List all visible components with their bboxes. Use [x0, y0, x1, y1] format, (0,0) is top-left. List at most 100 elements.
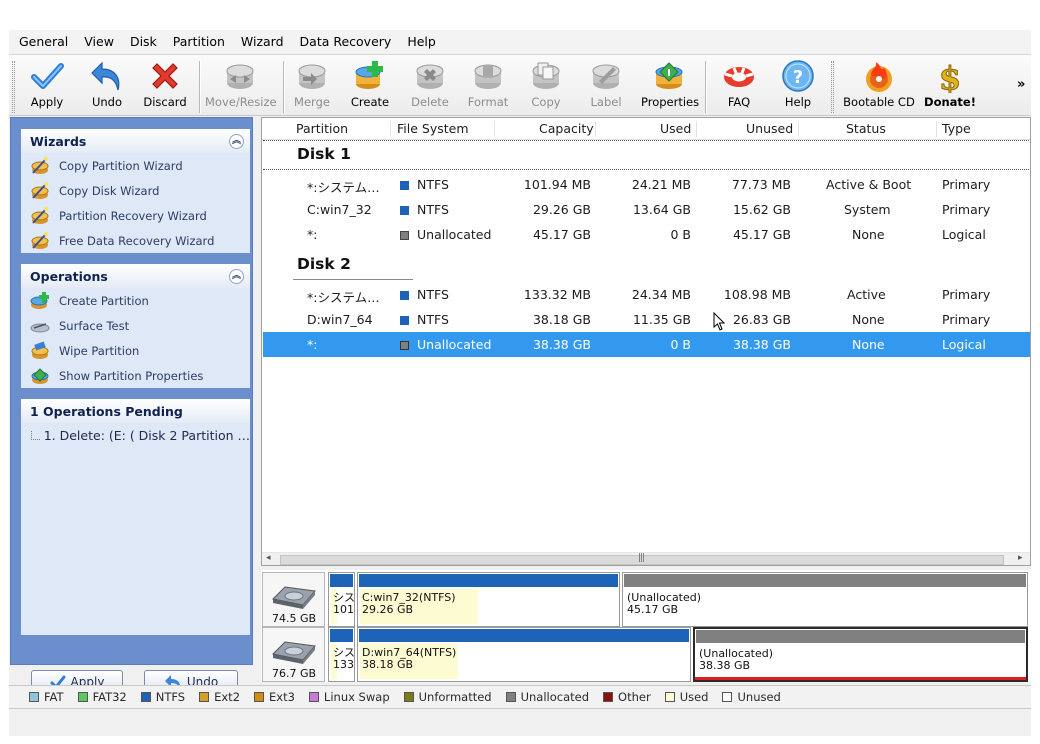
column-divider[interactable] — [936, 121, 937, 137]
merge-button[interactable]: Merge — [289, 57, 335, 115]
menu-view[interactable]: View — [76, 31, 122, 53]
collapse-chevron-icon[interactable]: ︽ — [229, 134, 244, 149]
move-resize-label: Move/Resize — [205, 95, 277, 109]
menu-help[interactable]: Help — [399, 31, 444, 53]
cell-unused: 108.98 MB — [723, 287, 791, 302]
menu-data-recovery[interactable]: Data Recovery — [292, 31, 400, 53]
column-divider[interactable] — [798, 121, 799, 137]
help-button[interactable]: ? Help — [775, 57, 821, 115]
table-row[interactable]: *: Unallocated 45.17 GB 0 B 45.17 GB Non… — [263, 222, 1030, 247]
cell-partition: D:win7_64 — [307, 312, 373, 327]
free-data-recovery-wizard-link[interactable]: Free Data Recovery Wizard — [21, 228, 250, 253]
bootable-cd-button[interactable]: Bootable CD — [841, 57, 917, 115]
cell-status: None — [852, 227, 885, 242]
legend-swatch — [29, 692, 39, 702]
move-resize-button[interactable]: Move/Resize — [205, 57, 277, 115]
wipe-partition-icon — [31, 340, 49, 359]
table-row-selected[interactable]: *: Unallocated 38.38 GB 0 B 38.38 GB Non… — [263, 332, 1030, 357]
toolbar-grip[interactable] — [831, 61, 834, 113]
legend-swatch — [254, 692, 265, 702]
disk-map-row-disk2[interactable]: 76.7 GB シス 133 D:win7_64(NTFS) 38.18 GB (U… — [262, 627, 1030, 682]
toolbar-grip[interactable] — [12, 61, 15, 113]
donate-button[interactable]: $ Donate! — [923, 57, 977, 115]
table-row[interactable]: D:win7_64 NTFS 38.18 GB 11.35 GB 26.83 G… — [263, 307, 1030, 332]
column-type[interactable]: Type — [942, 121, 971, 136]
column-divider[interactable] — [390, 121, 391, 137]
create-partition-link[interactable]: Create Partition — [21, 288, 250, 313]
undo-label: Undo — [91, 95, 123, 109]
column-unused[interactable]: Unused — [746, 121, 793, 136]
column-used[interactable]: Used — [660, 121, 691, 136]
table-row[interactable]: *:システム… NTFS 101.94 MB 24.21 MB 77.73 MB… — [263, 172, 1030, 197]
properties-button[interactable]: Properties — [641, 57, 699, 115]
wizards-section: Wizards ︽ Copy Partition Wizard Copy Dis… — [21, 129, 250, 253]
operations-title: Operations — [30, 268, 108, 284]
disk-map-partition[interactable]: シス 101 — [328, 572, 355, 627]
copy-icon — [532, 62, 560, 89]
cell-used: 0 B — [670, 227, 691, 242]
disk-header[interactable]: Disk 2 — [263, 250, 503, 280]
undo-arrow-icon — [91, 61, 120, 91]
menu-partition[interactable]: Partition — [165, 31, 233, 53]
copy-partition-wizard-link[interactable]: Copy Partition Wizard — [21, 153, 250, 178]
merge-label: Merge — [294, 95, 330, 109]
menu-wizard[interactable]: Wizard — [233, 31, 292, 53]
wizards-header[interactable]: Wizards ︽ — [21, 129, 250, 153]
disk-map-partition[interactable]: C:win7_32(NTFS) 29.26 GB — [357, 572, 620, 627]
disk-header[interactable]: Disk 1 — [263, 140, 1030, 170]
mouse-pointer-icon — [713, 312, 725, 331]
disk-map-partition[interactable]: D:win7_64(NTFS) 38.18 GB — [357, 627, 691, 682]
disk-size: 74.5 GB — [272, 612, 317, 625]
faq-button[interactable]: FAQ — [715, 57, 763, 115]
hard-disk-icon[interactable]: 76.7 GB — [262, 627, 325, 682]
scroll-left-arrow-icon[interactable]: ◂ — [266, 553, 271, 563]
disk-map-row-disk1[interactable]: 74.5 GB シス 101 C:win7_32(NTFS) 29.26 GB (U… — [262, 572, 1030, 627]
column-capacity[interactable]: Capacity — [539, 121, 594, 136]
pending-operation-item[interactable]: 1. Delete: (E: ( Disk 2 Partition … — [21, 423, 250, 448]
table-row[interactable]: C:win7_32 NTFS 29.26 GB 13.64 GB 15.62 G… — [263, 197, 1030, 222]
cell-file-system: Unallocated — [417, 227, 492, 242]
toolbar-overflow-chevron-icon[interactable]: » — [1017, 77, 1025, 92]
copy-disk-wizard-link[interactable]: Copy Disk Wizard — [21, 178, 250, 203]
menu-disk[interactable]: Disk — [122, 31, 165, 53]
bootable-cd-label: Bootable CD — [843, 95, 915, 109]
menu-general[interactable]: General — [11, 31, 76, 53]
legend-swatch — [140, 692, 151, 702]
apply-button[interactable]: Apply — [23, 57, 71, 115]
cell-type: Primary — [942, 202, 991, 217]
surface-test-link[interactable]: Surface Test — [21, 313, 250, 338]
show-partition-properties-link[interactable]: Show Partition Properties — [21, 363, 250, 388]
legend-item-used: Used — [664, 690, 708, 704]
legend-swatch — [77, 692, 88, 702]
delete-button[interactable]: Delete — [407, 57, 453, 115]
column-file-system[interactable]: File System — [397, 121, 469, 136]
column-divider[interactable] — [696, 121, 697, 137]
table-row[interactable]: *:システム… NTFS 133.32 MB 24.34 MB 108.98 M… — [263, 282, 1030, 307]
horizontal-scrollbar[interactable]: ◂ ||| ▸ — [262, 552, 1030, 565]
discard-button[interactable]: Discard — [141, 57, 189, 115]
format-button[interactable]: Format — [465, 57, 511, 115]
toolbar-separator — [199, 61, 200, 113]
label-button[interactable]: Label — [583, 57, 629, 115]
column-divider[interactable] — [494, 121, 495, 137]
delete-label: Delete — [411, 95, 449, 109]
disk-map-partition[interactable]: (Unallocated) 45.17 GB — [622, 572, 1028, 627]
column-partition[interactable]: Partition — [296, 121, 348, 136]
create-button[interactable]: Create — [347, 57, 393, 115]
legend-item-ext3: Ext3 — [254, 690, 295, 704]
column-divider[interactable] — [595, 121, 596, 137]
copy-label: Copy — [531, 95, 561, 109]
partition-recovery-wizard-link[interactable]: Partition Recovery Wizard — [21, 203, 250, 228]
pending-operations-title: 1 Operations Pending — [30, 403, 183, 419]
disk-map-partition[interactable]: シス 133 — [328, 627, 355, 682]
disk-map-partition-selected[interactable]: (Unallocated) 38.38 GB — [693, 627, 1028, 682]
hard-disk-icon[interactable]: 74.5 GB — [262, 572, 325, 627]
collapse-chevron-icon[interactable]: ︽ — [229, 269, 244, 284]
undo-button[interactable]: Undo — [83, 57, 131, 115]
wipe-partition-link[interactable]: Wipe Partition — [21, 338, 250, 363]
operations-header[interactable]: Operations ︽ — [21, 264, 250, 288]
scroll-right-arrow-icon[interactable]: ▸ — [1018, 553, 1023, 563]
copy-button[interactable]: Copy — [523, 57, 569, 115]
column-status[interactable]: Status — [846, 121, 886, 136]
svg-text:?: ? — [793, 67, 803, 88]
